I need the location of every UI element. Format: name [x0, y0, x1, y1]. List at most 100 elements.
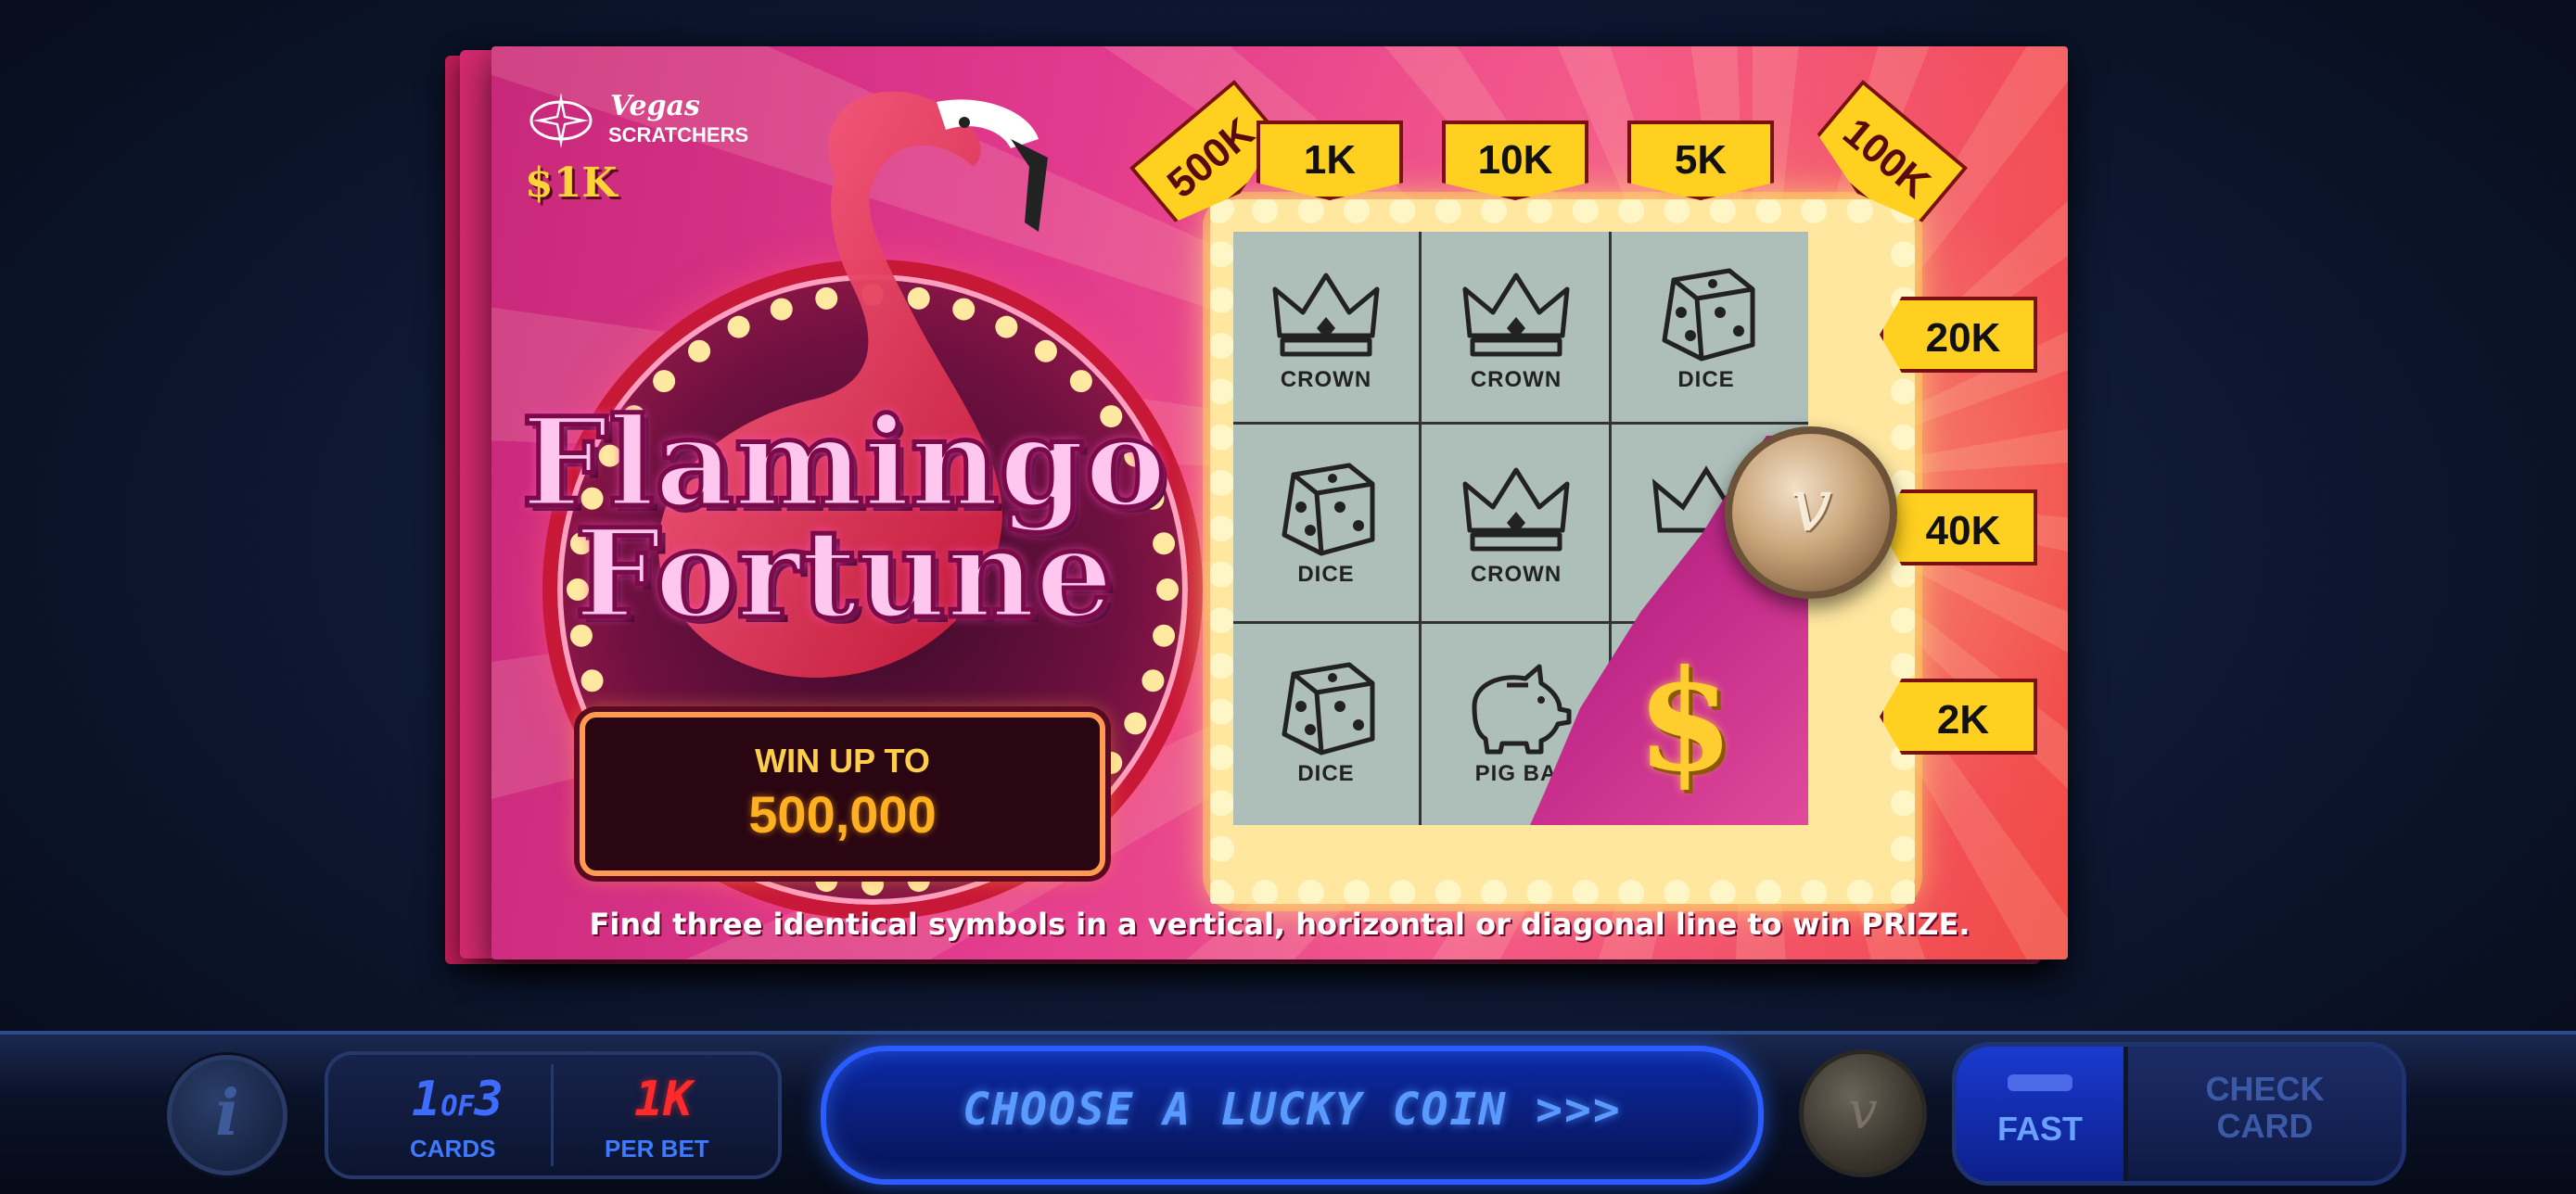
game-instructions: Find three identical symbols in a vertic… — [589, 907, 1970, 942]
cell-label: CROWN — [1470, 562, 1562, 587]
play-area-bulb — [1210, 515, 1234, 542]
play-area-bulb — [1344, 880, 1370, 904]
win-up-to-box: WIN UP TO 500,000 — [580, 712, 1105, 876]
play-area-bulb — [1709, 880, 1736, 904]
marquee-bulb — [1124, 712, 1147, 735]
play-area-bulb — [1481, 880, 1507, 904]
fast-label: FAST — [1996, 1110, 2083, 1148]
cell-label: CROWN — [1280, 367, 1372, 392]
play-area-bulb — [1755, 199, 1781, 223]
play-area-bulb — [1846, 880, 1873, 904]
play-area-bulb — [1210, 378, 1234, 405]
cell-label: DICE — [1297, 562, 1355, 587]
bet-counters-panel: 1OF3 CARDS 1K PER BET — [325, 1051, 782, 1179]
crown-icon — [1462, 467, 1570, 552]
grid-cell[interactable]: CROWN — [1423, 426, 1609, 612]
play-area-bulb — [1572, 199, 1599, 223]
play-area-bulb — [1210, 333, 1234, 359]
play-area-bulb — [1210, 561, 1234, 588]
play-area-bulb — [1210, 653, 1234, 680]
play-area-bulb — [1891, 424, 1915, 451]
grid-cell[interactable]: CROWN — [1423, 232, 1609, 417]
win-up-to-label: WIN UP TO — [755, 742, 930, 780]
speed-check-group: FAST CHECK CARD — [1952, 1042, 2406, 1186]
scratch-card: Vegas SCRATCHERS $1K Flamingo Fortune WI… — [491, 46, 2068, 959]
counter-divider — [551, 1064, 554, 1166]
coin-select-button[interactable]: v — [1799, 1049, 1927, 1177]
play-area-bulb — [1435, 199, 1461, 223]
cell-label: CROWN — [1470, 367, 1562, 392]
compass-star-icon — [529, 93, 593, 148]
prize-tag-20k: 20K — [1880, 297, 2037, 373]
cell-label: DICE — [1297, 761, 1355, 786]
play-area-bulb — [1526, 880, 1553, 904]
dollar-icon: $ — [1637, 640, 1734, 803]
play-area-bulb — [1210, 286, 1234, 313]
scratch-card-stack: Vegas SCRATCHERS $1K Flamingo Fortune WI… — [445, 46, 2086, 973]
grid-cell[interactable]: DICE — [1233, 426, 1419, 612]
bet-value: 1K — [634, 1072, 693, 1127]
check-label-line2: CARD — [2216, 1107, 2314, 1145]
play-area-bulb — [1210, 744, 1234, 770]
play-area-bulb — [1210, 470, 1234, 496]
marquee-bulb — [1141, 669, 1165, 692]
play-area-bulb — [1891, 241, 1915, 268]
play-area-bulb — [1846, 199, 1873, 223]
win-up-to-value: 500,000 — [748, 785, 937, 844]
marquee-bulb — [861, 873, 884, 896]
play-area-bulb — [1435, 880, 1461, 904]
play-area-bulb — [1891, 882, 1915, 904]
play-area-bulb — [1891, 378, 1915, 405]
play-area-bulb — [1891, 835, 1915, 862]
bet-label: PER BET — [605, 1135, 709, 1162]
play-area-bulb — [1891, 790, 1915, 817]
prize-tag-40k: 40K — [1880, 489, 2037, 565]
grid-cell[interactable]: DICE — [1233, 626, 1419, 811]
cards-current: 1 — [412, 1072, 441, 1127]
fast-indicator — [2008, 1074, 2072, 1091]
play-area-bulb — [1709, 199, 1736, 223]
piggy-bank-icon — [1472, 664, 1572, 755]
play-area-bulb — [1801, 199, 1828, 223]
lucky-coin-scratcher[interactable]: v — [1725, 426, 1897, 599]
play-area-bulb — [1891, 607, 1915, 633]
check-card-label: CHECK CARD — [2128, 1071, 2402, 1145]
choose-lucky-coin-button[interactable]: CHOOSE A LUCKY COIN >>> — [821, 1046, 1764, 1185]
cards-label: CARDS — [410, 1135, 496, 1162]
play-area-bulb — [1210, 241, 1234, 268]
fast-toggle-button[interactable]: FAST — [1957, 1047, 2123, 1181]
play-area-bulb — [1664, 199, 1690, 223]
play-area-bulb — [1297, 880, 1324, 904]
play-area-bulb — [1572, 880, 1599, 904]
play-area-bulb — [1801, 880, 1828, 904]
play-area-bulb — [1618, 880, 1644, 904]
dice-icon — [1662, 268, 1755, 362]
play-area-bulb — [1210, 424, 1234, 451]
cards-of: OF — [440, 1090, 475, 1123]
prize-tag-2k: 2K — [1880, 679, 2037, 755]
cards-count: 1OF3 — [412, 1072, 504, 1127]
play-area-bulb — [1210, 835, 1234, 862]
coin-letter: v — [1790, 462, 1832, 548]
play-area-bulb — [1664, 880, 1690, 904]
cell-label: DICE — [1677, 367, 1735, 392]
play-area-bulb — [1297, 199, 1324, 223]
play-area-bulb — [1210, 607, 1234, 633]
play-area-bulb — [1891, 653, 1915, 680]
grid-cell[interactable]: CROWN — [1233, 232, 1419, 417]
play-area-bulb — [1389, 199, 1416, 223]
play-area-bulb — [1481, 199, 1507, 223]
play-area-bulb — [1526, 199, 1553, 223]
play-area-bulb — [1210, 790, 1234, 817]
game-title: Flamingo Fortune — [519, 400, 1169, 638]
info-button[interactable]: i — [167, 1055, 287, 1175]
play-area-bulb — [1210, 698, 1234, 725]
check-card-button[interactable]: CHECK CARD — [2128, 1047, 2402, 1181]
grid-cell[interactable]: DICE — [1613, 232, 1799, 417]
play-area-bulb — [1389, 880, 1416, 904]
marquee-bulb — [580, 669, 604, 692]
crown-icon — [1272, 273, 1380, 357]
play-area-bulb — [1755, 880, 1781, 904]
play-area-bulb — [1252, 199, 1279, 223]
play-area-bulb — [1210, 882, 1234, 904]
